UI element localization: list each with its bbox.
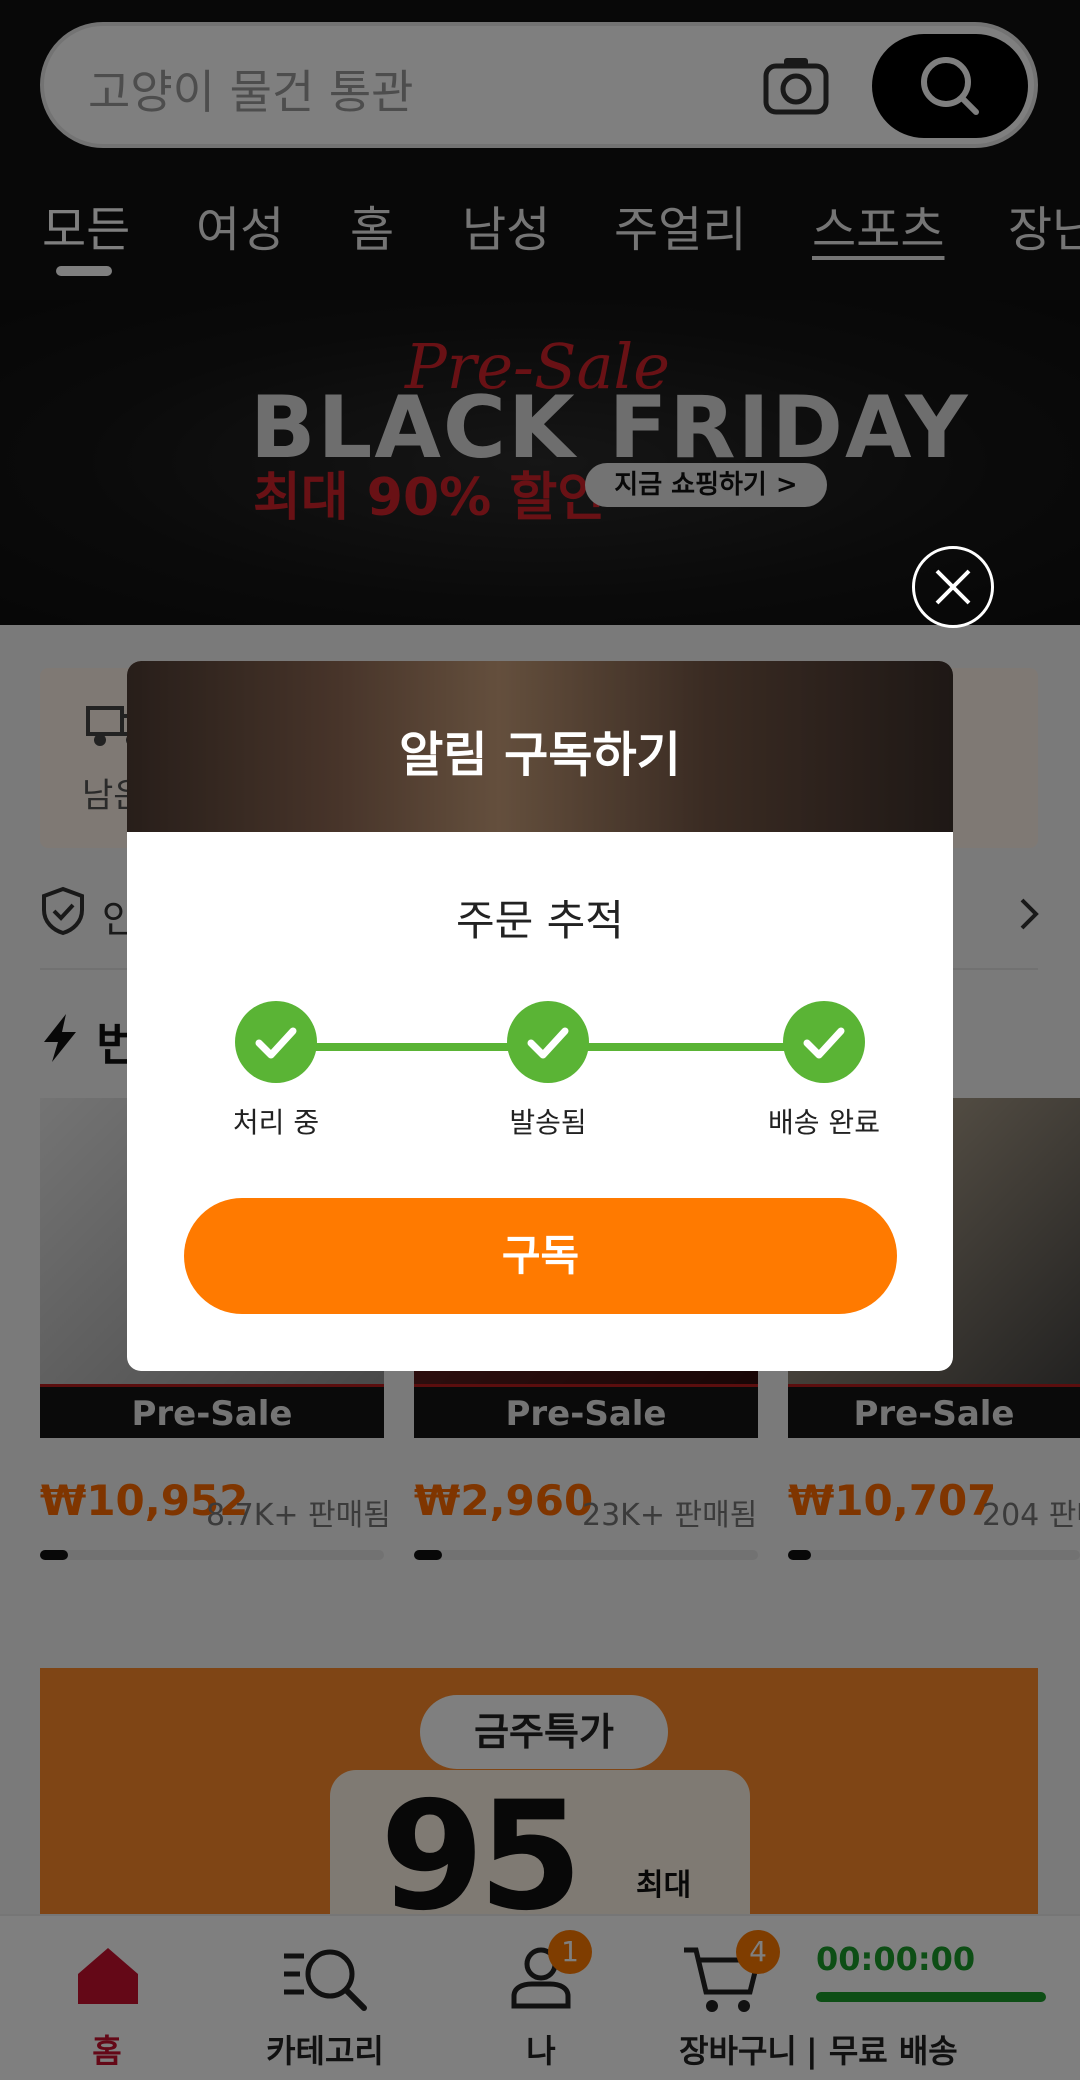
step-processing-label: 처리 중 (232, 1106, 320, 1139)
step-shipped-dot (507, 1001, 589, 1083)
order-tracking-title: 주문 추적 (456, 896, 624, 945)
modal-title: 알림 구독하기 (399, 727, 681, 783)
close-button[interactable] (912, 546, 994, 628)
step-processing-dot (235, 1001, 317, 1083)
step-delivered-label: 배송 완료 (768, 1106, 880, 1139)
step-shipped-label: 발송됨 (509, 1106, 587, 1139)
check-icon (803, 1027, 845, 1059)
close-icon (935, 569, 971, 605)
step-delivered-dot (783, 1001, 865, 1083)
subscribe-notification-modal: 알림 구독하기 주문 추적 처리 중 발송됨 배송 완료 구독 (127, 661, 953, 1371)
check-icon (527, 1027, 569, 1059)
subscribe-button[interactable]: 구독 (184, 1198, 897, 1314)
check-icon (255, 1027, 297, 1059)
